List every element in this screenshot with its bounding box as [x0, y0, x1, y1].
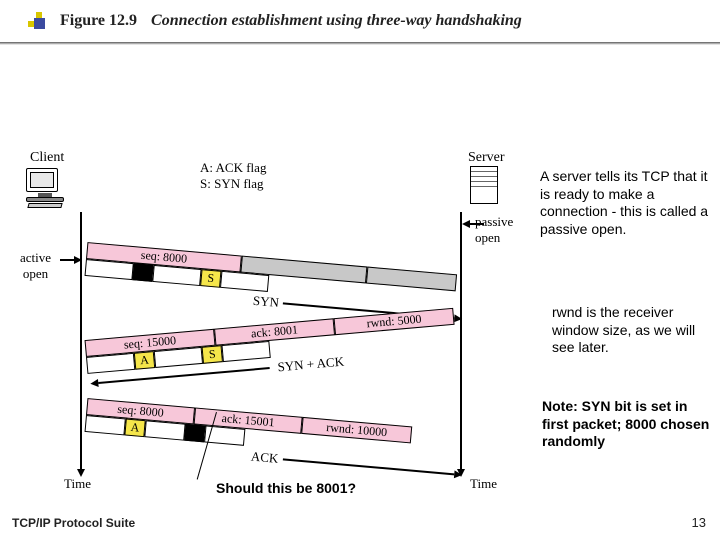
figure-label: Figure 12.9	[60, 12, 137, 30]
bullet-icon	[28, 12, 46, 30]
passive-open-label: passive open	[475, 214, 513, 246]
synack-name: SYN + ACK	[277, 354, 345, 376]
packet-ack: seq: 8000ack: 15001rwnd: 10000 A ACK	[85, 398, 413, 460]
active-open-arrow	[60, 259, 74, 261]
server-label: Server	[468, 150, 505, 166]
flag-pad	[85, 259, 134, 280]
seq-question: Should this be 8001?	[216, 480, 356, 496]
flag-pad	[152, 265, 201, 286]
syn-name: SYN	[252, 293, 279, 311]
ack-name: ACK	[250, 449, 279, 467]
packet-syn: seq: 8000 S SYN	[85, 242, 458, 308]
flag-pad	[221, 341, 270, 362]
legend-syn: S: SYN flag	[200, 176, 264, 192]
flag-pad	[154, 347, 203, 368]
ack-flag-a: A	[124, 418, 145, 437]
synack-flag-s: S	[202, 345, 223, 364]
packet-synack: seq: 15000ack: 8001rwnd: 5000 AS SYN + A…	[85, 308, 457, 374]
syn-flag-a-blank	[132, 263, 153, 282]
client-label: Client	[30, 150, 64, 166]
flag-pad	[86, 353, 135, 374]
client-icon	[26, 168, 64, 208]
synack-flag-a: A	[134, 351, 155, 370]
syn-flag-s: S	[200, 269, 221, 288]
legend-ack: A: ACK flag	[200, 160, 266, 176]
passive-open-arrow	[470, 223, 484, 225]
time-label-server: Time	[470, 476, 497, 492]
server-icon	[470, 166, 498, 204]
client-timeline	[80, 212, 82, 470]
ack-arrow	[283, 458, 454, 474]
ack-flag-s-blank	[184, 424, 205, 443]
flag-pad	[144, 420, 185, 440]
flag-pad	[220, 271, 269, 292]
page-number: 13	[692, 515, 706, 530]
figure-title: Connection establishment using three-way…	[151, 12, 522, 30]
server-timeline	[460, 212, 462, 470]
slide-header: Figure 12.9 Connection establishment usi…	[28, 12, 700, 30]
flag-pad	[85, 415, 126, 435]
handshake-diagram: Client Server A: ACK flag S: SYN flag Ti…	[20, 150, 550, 480]
active-open-label: active open	[20, 250, 51, 282]
header-underline	[0, 42, 720, 45]
syn-bit-note: Note: SYN bit is set in first packet; 80…	[542, 398, 712, 451]
server-passive-open-note: A server tells its TCP that it is ready …	[540, 168, 716, 238]
rwnd-note: rwnd is the receiver window size, as we …	[552, 304, 712, 357]
footer-title: TCP/IP Protocol Suite	[12, 516, 135, 530]
time-label-client: Time	[64, 476, 91, 492]
